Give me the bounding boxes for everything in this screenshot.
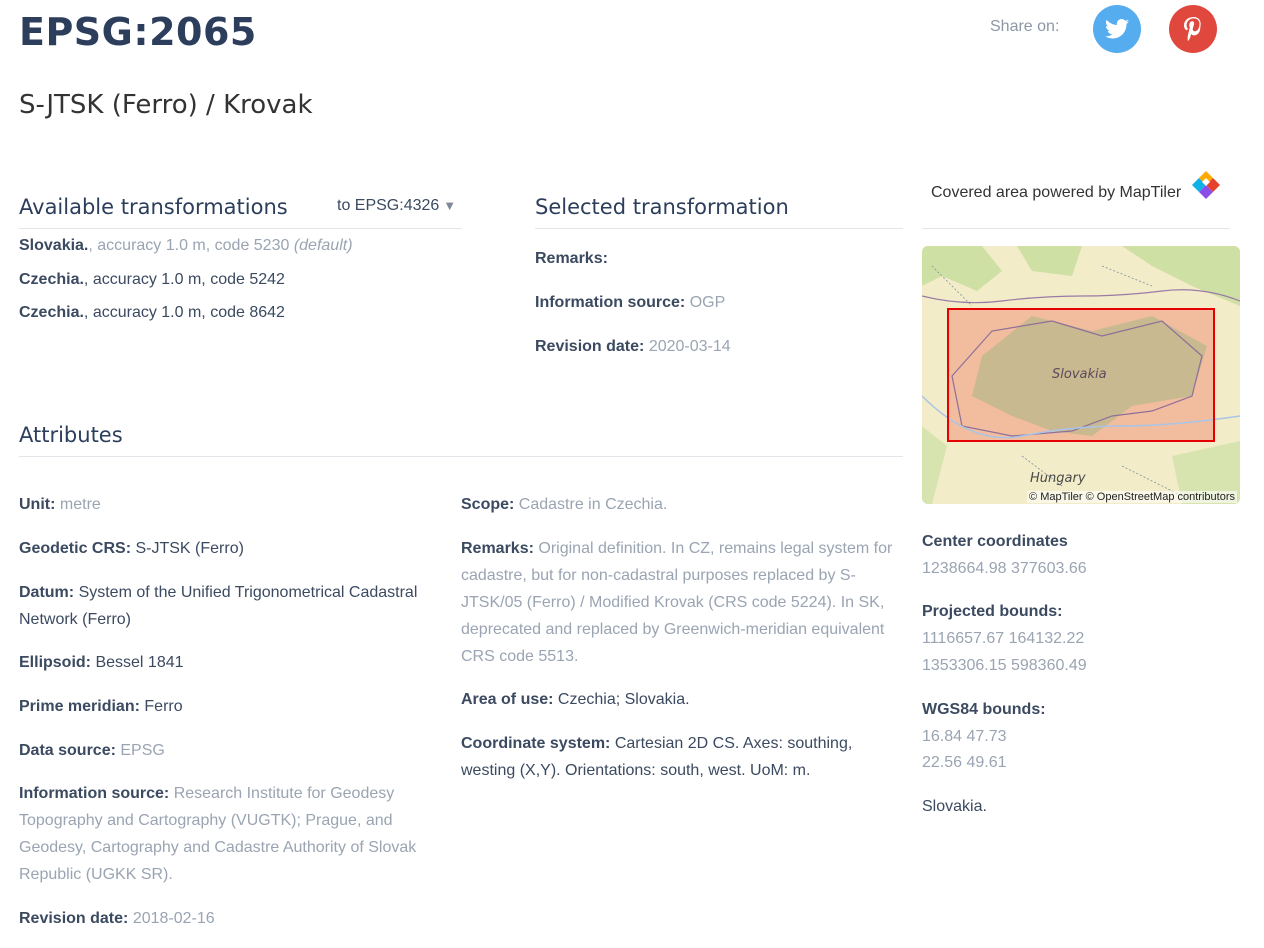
projected-bounds-line: 1353306.15 598360.49 [922, 657, 1087, 674]
transformation-detail: , accuracy 1.0 m, code 5242 [83, 271, 285, 288]
crs-name: S-JTSK (Ferro) / Krovak [19, 90, 313, 120]
attr-geodetic-crs: Geodetic CRS: S-JTSK (Ferro) [19, 535, 459, 562]
maptiler-logo[interactable] [1190, 169, 1222, 206]
default-tag: (default) [293, 237, 353, 254]
ellipsoid-link[interactable]: Bessel 1841 [95, 654, 183, 671]
field-label: Remarks: [535, 250, 608, 267]
selected-information-source: Information source: OGP [535, 289, 725, 316]
available-transformations-heading: Available transformations [19, 195, 288, 219]
field-label: Area of use: [461, 691, 554, 708]
attr-coordinate-system: Coordinate system: Cartesian 2D CS. Axes… [461, 730, 906, 784]
field-value: EPSG [120, 742, 165, 759]
geodetic-crs-link[interactable]: S-JTSK (Ferro) [135, 540, 243, 557]
area-name: Slovakia. [922, 798, 987, 815]
attr-revision-date: Revision date: 2018-02-16 [19, 905, 459, 932]
attributes-heading: Attributes [19, 423, 123, 447]
attr-scope: Scope: Cadastre in Czechia. [461, 491, 906, 518]
page-title: EPSG:2065 [19, 10, 257, 54]
selected-revision-date: Revision date: 2020-03-14 [535, 333, 731, 360]
field-value: Czechia; Slovakia. [557, 691, 690, 708]
center-coordinates-value: 1238664.98 377603.66 [922, 560, 1087, 577]
maptiler-logo-icon [1192, 171, 1220, 199]
center-coordinates-label: Center coordinates [922, 533, 1068, 550]
twitter-icon [1105, 19, 1129, 39]
coverage-map-canvas: Slovakia Hungary [922, 246, 1240, 504]
field-value: 2018-02-16 [132, 910, 215, 927]
caret-down-icon: ▼ [443, 198, 457, 213]
field-value: Cadastre in Czechia. [518, 496, 668, 513]
selected-remarks: Remarks: [535, 245, 608, 272]
field-label: Unit: [19, 496, 56, 513]
transformation-item-8642[interactable]: Czechia., accuracy 1.0 m, code 8642 [19, 299, 285, 326]
attr-prime-meridian: Prime meridian: Ferro [19, 693, 459, 720]
divider [922, 228, 1230, 229]
field-label: Information source: [19, 785, 170, 802]
divider [19, 456, 903, 457]
transformation-region: Czechia. [19, 271, 84, 288]
share-label: Share on: [990, 18, 1060, 35]
coverage-map[interactable]: Slovakia Hungary © MapTiler © OpenStreet… [922, 246, 1240, 504]
prime-meridian-link[interactable]: Ferro [144, 698, 182, 715]
transformation-detail: , accuracy 1.0 m, code 8642 [83, 304, 285, 321]
attr-area-of-use: Area of use: Czechia; Slovakia. [461, 686, 906, 713]
pinterest-share-button[interactable] [1169, 5, 1217, 53]
attr-datum: Datum: System of the Unified Trigonometr… [19, 579, 459, 633]
field-label: Revision date: [535, 338, 645, 355]
attr-data-source: Data source: EPSG [19, 737, 459, 764]
map-heading: Covered area powered by MapTiler [931, 184, 1182, 201]
field-label: Revision date: [19, 910, 129, 927]
wgs84-bounds-line: 16.84 47.73 [922, 728, 1007, 745]
transformation-detail: , accuracy 1.0 m, code 5230 [88, 237, 290, 254]
wgs84-bounds-label: WGS84 bounds: [922, 701, 1046, 718]
target-crs-dropdown[interactable]: to EPSG:4326 ▼ [337, 197, 456, 215]
target-crs-label: to EPSG:4326 [337, 197, 440, 214]
field-label: Scope: [461, 496, 515, 513]
wgs84-bounds-line: 22.56 49.61 [922, 754, 1007, 771]
field-label: Prime meridian: [19, 698, 140, 715]
transformation-item-5242[interactable]: Czechia., accuracy 1.0 m, code 5242 [19, 266, 285, 293]
datum-link[interactable]: System of the Unified Trigonometrical Ca… [19, 584, 417, 628]
attr-ellipsoid: Ellipsoid: Bessel 1841 [19, 649, 459, 676]
selected-transformation-heading: Selected transformation [535, 195, 789, 219]
field-value: Original definition. In CZ, remains lega… [461, 540, 893, 665]
field-label: Data source: [19, 742, 116, 759]
field-label: Ellipsoid: [19, 654, 91, 671]
field-label: Information source: [535, 294, 686, 311]
transformation-item-5230[interactable]: Slovakia., accuracy 1.0 m, code 5230 (de… [19, 232, 353, 259]
attr-remarks: Remarks: Original definition. In CZ, rem… [461, 535, 906, 670]
map-label-slovakia: Slovakia [1052, 367, 1107, 382]
transformation-region: Slovakia. [19, 237, 89, 254]
pinterest-icon [1184, 17, 1201, 41]
field-label: Coordinate system: [461, 735, 611, 752]
field-value: metre [59, 496, 101, 513]
projected-bounds-line: 1116657.67 164132.22 [922, 630, 1085, 647]
field-label: Geodetic CRS: [19, 540, 132, 557]
attr-unit: Unit: metre [19, 491, 459, 518]
projected-bounds-label: Projected bounds: [922, 603, 1063, 620]
map-attribution[interactable]: © MapTiler © OpenStreetMap contributors [1027, 491, 1237, 503]
transformation-region: Czechia. [19, 304, 84, 321]
twitter-share-button[interactable] [1093, 5, 1141, 53]
field-value: 2020-03-14 [648, 338, 731, 355]
map-label-hungary: Hungary [1030, 471, 1086, 486]
divider [19, 228, 462, 229]
divider [535, 228, 903, 229]
field-label: Remarks: [461, 540, 534, 557]
attr-information-source: Information source: Research Institute f… [19, 780, 459, 888]
field-label: Datum: [19, 584, 75, 601]
field-value: OGP [689, 294, 726, 311]
